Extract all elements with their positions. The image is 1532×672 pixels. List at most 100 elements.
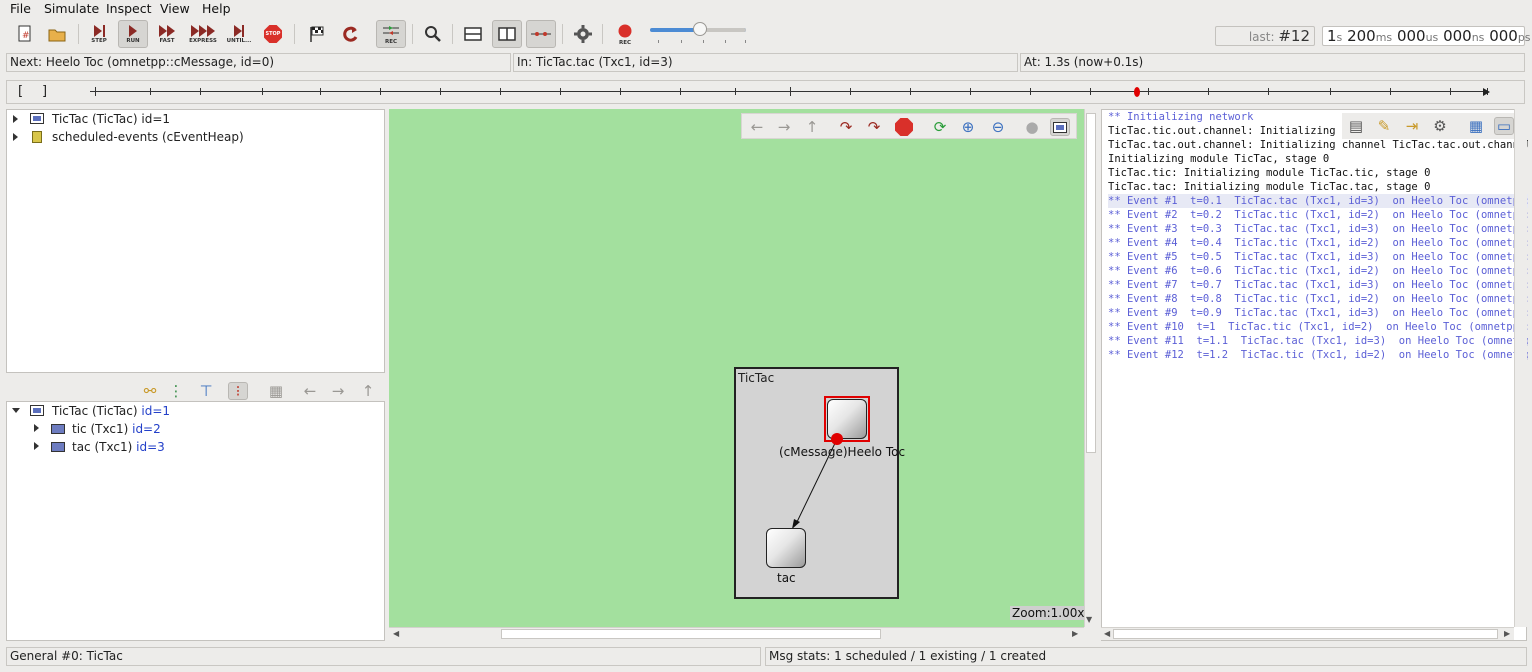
log-text-line[interactable]: TicTac.tic: Initializing module TicTac.t… (1108, 166, 1528, 180)
find-button[interactable] (418, 20, 448, 48)
relayout-button[interactable]: ⟳ (930, 118, 950, 136)
tree-tac-label: tac (Txc1) (72, 440, 133, 454)
tree-icon-button[interactable]: ⚯ (140, 382, 160, 400)
rebuild-button[interactable] (336, 20, 366, 48)
log-output-button[interactable]: ▭ (1494, 117, 1514, 135)
zoom-out-button[interactable]: ⊖ (988, 118, 1008, 136)
log-event-line[interactable]: ** Event #7 t=0.7 TicTac.tac (Txc1, id=3… (1108, 278, 1528, 292)
log-goto-button[interactable]: ⇥ (1402, 117, 1422, 135)
until-button[interactable]: UNTIL... (224, 20, 254, 48)
log-hscroll-thumb[interactable] (1113, 629, 1498, 639)
log-event-line[interactable]: ** Event #11 t=1.1 TicTac.tac (Txc1, id=… (1108, 334, 1528, 348)
flat-list-button[interactable]: ⋮ (166, 382, 186, 400)
zoom-in-button[interactable]: ⊕ (958, 118, 978, 136)
tree-item-tictac-root[interactable]: TicTac (TicTac) id=1 (52, 402, 170, 420)
log-event-line[interactable]: ** Event #10 t=1 TicTac.tic (Txc1, id=2)… (1108, 320, 1528, 334)
menu-help[interactable]: Help (202, 1, 231, 16)
canvas-vertical-scrollbar[interactable] (1084, 109, 1097, 627)
log-scroll-left-icon[interactable]: ◀ (1104, 629, 1110, 638)
speed-slider-knob[interactable] (693, 22, 707, 36)
scroll-right-icon[interactable]: ▶ (1072, 629, 1078, 638)
layout-horizontal-button[interactable] (458, 20, 488, 48)
tree-item-tic[interactable]: tic (Txc1) id=2 (72, 420, 161, 438)
log-text-line[interactable]: TicTac.tac.out.channel: Initializing cha… (1108, 138, 1528, 152)
scroll-left-icon[interactable]: ◀ (393, 629, 399, 638)
run-button[interactable]: RUN (118, 20, 148, 48)
finish-button[interactable] (302, 20, 332, 48)
log-messages-button[interactable]: ▦ (1466, 117, 1486, 135)
log-vertical-scrollbar[interactable] (1514, 109, 1527, 627)
log-find-button[interactable]: ✎ (1374, 117, 1394, 135)
inheritance-button[interactable]: ⊤ (196, 382, 216, 400)
back-button[interactable]: ← (300, 382, 320, 400)
log-event-line[interactable]: ** Initializing network (1108, 110, 1340, 124)
step-button[interactable]: STEP (84, 20, 114, 48)
forward-button[interactable]: → (328, 382, 348, 400)
canvas-hscroll-thumb[interactable] (501, 629, 881, 639)
timeline-message-marker[interactable] (1131, 86, 1143, 98)
canvas-horizontal-scrollbar[interactable] (389, 627, 1084, 640)
preferences-button[interactable] (568, 20, 598, 48)
tree-item-scheduled-events[interactable]: scheduled-events (cEventHeap) (52, 128, 244, 146)
animation-circle-button[interactable]: ● (1022, 118, 1042, 136)
tree-item-tac[interactable]: tac (Txc1) id=3 (72, 438, 165, 456)
log-scroll-right-icon[interactable]: ▶ (1504, 629, 1510, 638)
canvas-forward-button[interactable]: → (774, 118, 794, 136)
timeline[interactable] (6, 80, 1525, 104)
children-mode-button[interactable]: ⁝ (228, 382, 248, 400)
expand-arrow-icon[interactable] (34, 442, 39, 450)
expand-arrow-icon[interactable] (34, 424, 39, 432)
expand-arrow-icon[interactable] (13, 115, 18, 123)
log-event-line[interactable]: ** Event #1 t=0.1 TicTac.tac (Txc1, id=3… (1108, 194, 1528, 208)
new-network-icon: # (18, 25, 31, 42)
record-eventlog-button[interactable]: REC (376, 20, 406, 48)
tac-module-node[interactable] (766, 528, 806, 568)
run-icon (129, 24, 137, 37)
timeline-button[interactable] (526, 20, 556, 48)
menu-simulate[interactable]: Simulate (44, 1, 99, 16)
log-horizontal-scrollbar[interactable] (1101, 627, 1514, 640)
log-text-line[interactable]: TicTac.tac: Initializing module TicTac.t… (1108, 180, 1528, 194)
tree-item-tictac[interactable]: TicTac (TicTac) id=1 (52, 110, 170, 128)
canvas-run-button[interactable]: ↷ (864, 118, 884, 136)
log-event-line[interactable]: ** Event #3 t=0.3 TicTac.tac (Txc1, id=3… (1108, 222, 1528, 236)
up-button[interactable]: ↑ (358, 382, 378, 400)
log-event-line[interactable]: ** Event #12 t=1.2 TicTac.tic (Txc1, id=… (1108, 348, 1528, 362)
fast-button[interactable]: FAST (152, 20, 182, 48)
log-event-line[interactable]: ** Event #2 t=0.2 TicTac.tic (Txc1, id=2… (1108, 208, 1528, 222)
log-event-line[interactable]: ** Event #4 t=0.4 TicTac.tic (Txc1, id=2… (1108, 236, 1528, 250)
scroll-down-icon[interactable]: ▼ (1086, 615, 1092, 624)
log-text-line[interactable]: Initializing module TicTac, stage 0 (1108, 152, 1528, 166)
collapse-arrow-icon[interactable] (12, 408, 20, 413)
log-text-line[interactable]: TicTac.tic.out.channel: Initializing cha… (1108, 124, 1340, 138)
menu-view[interactable]: View (160, 1, 190, 16)
log-event-line[interactable]: ** Event #5 t=0.5 TicTac.tac (Txc1, id=3… (1108, 250, 1528, 264)
express-button[interactable]: EXPRESS (188, 20, 218, 48)
menu-inspect[interactable]: Inspect (106, 1, 152, 16)
expand-arrow-icon[interactable] (13, 133, 18, 141)
load-ned-button[interactable] (42, 20, 72, 48)
message-dot[interactable] (831, 433, 843, 445)
log-copy-button[interactable]: ▤ (1346, 117, 1366, 135)
grid-view-button[interactable]: ▦ (266, 382, 286, 400)
canvas-stop-button[interactable] (894, 118, 914, 136)
canvas-toolbar: ← → ↑ ↷ ↷ ⟳ ⊕ ⊖ ● (741, 113, 1077, 139)
slider-tick (681, 40, 682, 43)
new-network-button[interactable]: # (10, 20, 40, 48)
sim-time-ns-unit: ns (1471, 31, 1485, 44)
stop-button[interactable]: STOP (258, 20, 288, 48)
layout-vertical-button[interactable] (492, 20, 522, 48)
record-video-button[interactable]: REC (610, 20, 640, 48)
menu-file[interactable]: File (10, 1, 31, 16)
module-view-button[interactable] (1050, 118, 1070, 136)
canvas-up-button[interactable]: ↑ (802, 118, 822, 136)
log-event-line[interactable]: ** Event #8 t=0.8 TicTac.tic (Txc1, id=2… (1108, 292, 1528, 306)
log-event-line[interactable]: ** Event #9 t=0.9 TicTac.tac (Txc1, id=3… (1108, 306, 1528, 320)
log-settings-button[interactable]: ⚙ (1430, 117, 1450, 135)
log-event-line[interactable]: ** Event #6 t=0.6 TicTac.tic (Txc1, id=2… (1108, 264, 1528, 278)
canvas-vscroll-thumb[interactable] (1086, 113, 1096, 453)
last-event-display: last: #12 (1215, 26, 1315, 46)
timeline-tick (680, 88, 681, 95)
canvas-step-button[interactable]: ↷ (836, 118, 856, 136)
canvas-back-button[interactable]: ← (747, 118, 767, 136)
